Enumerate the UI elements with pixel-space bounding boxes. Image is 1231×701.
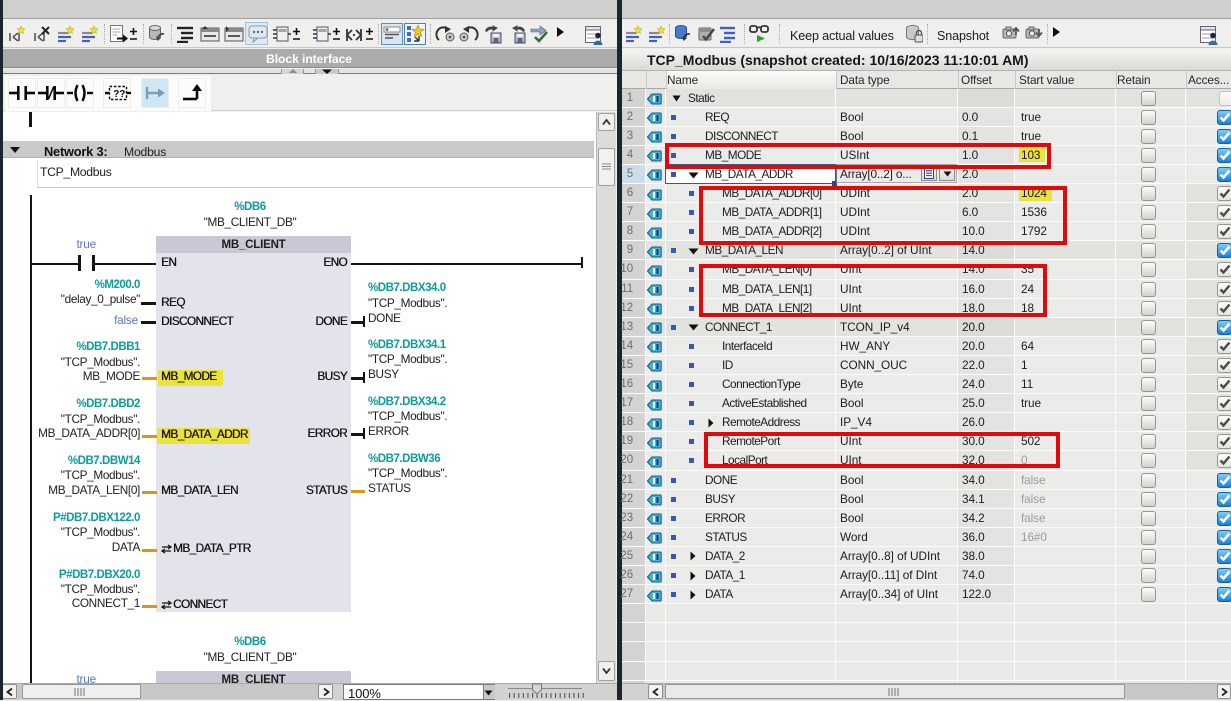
svg-text:??: ?? bbox=[113, 89, 125, 100]
